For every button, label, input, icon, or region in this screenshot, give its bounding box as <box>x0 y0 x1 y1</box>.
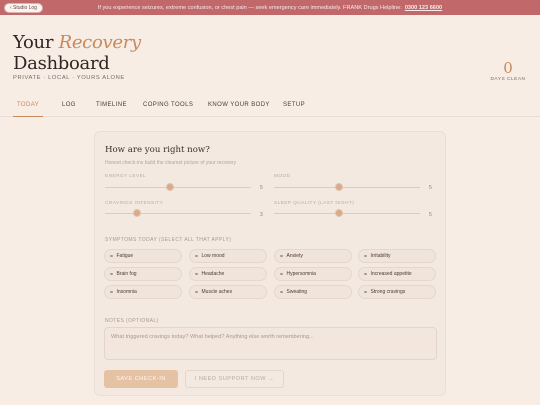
sleep-quality-track <box>274 213 420 214</box>
energy-label: ENERGY LEVEL <box>105 174 147 179</box>
cravings-value: 3 <box>260 212 263 218</box>
chip-label: Irritability <box>370 253 391 259</box>
checkin-subtitle: Honest check-ins build the clearest pict… <box>105 160 237 166</box>
symptom-chip-fatigue[interactable]: Fatigue <box>104 249 182 263</box>
cravings-label: CRAVINGS INTENSITY <box>105 201 164 206</box>
chip-label: Brain fog <box>116 271 137 277</box>
mood-label: MOOD <box>274 174 291 179</box>
emergency-banner: If you experience seizures, extreme conf… <box>0 0 540 15</box>
cravings-slider[interactable] <box>133 209 142 217</box>
chip-dot-icon <box>110 290 113 294</box>
tab-timeline[interactable]: TIMELINE <box>96 93 127 117</box>
symptom-chip-brain-fog[interactable]: Brain fog <box>104 267 182 281</box>
notes-label: NOTES (OPTIONAL) <box>105 318 159 324</box>
page-subtitle: PRIVATE · LOCAL · YOURS ALONE <box>13 75 125 81</box>
chip-dot-icon <box>280 254 283 258</box>
tab-setup[interactable]: SETUP <box>283 93 305 117</box>
symptom-chip-strong-cravings[interactable]: Strong cravings <box>358 285 436 299</box>
tab-today[interactable]: TODAY <box>13 93 43 117</box>
helpline-phone-link[interactable]: 0300 123 6600 <box>405 5 442 11</box>
title-word-dashboard: Dashboard <box>13 53 110 74</box>
mood-slider[interactable] <box>334 183 343 191</box>
chip-label: Muscle aches <box>201 289 233 295</box>
studio-log-button[interactable]: ‹ Studio Log <box>4 3 43 13</box>
chip-dot-icon <box>195 254 198 258</box>
days-clean-counter: 0 DAYS CLEAN <box>490 60 526 82</box>
symptoms-label: SYMPTOMS TODAY (SELECT ALL THAT APPLY) <box>105 237 232 243</box>
main-nav: TODAY LOG TIMELINE COPING TOOLS KNOW YOU… <box>0 93 540 117</box>
sleep-quality-value: 5 <box>429 212 432 218</box>
page-title: Your Recovery Dashboard <box>13 32 141 74</box>
symptom-chip-sweating[interactable]: Sweating <box>274 285 352 299</box>
symptom-chip-increased-appetite[interactable]: Increased appetite <box>358 267 436 281</box>
cravings-track <box>105 213 251 214</box>
symptom-chip-irritability[interactable]: Irritability <box>358 249 436 263</box>
chip-label: Insomnia <box>116 289 137 295</box>
chip-label: Increased appetite <box>370 271 412 277</box>
mood-track <box>274 187 420 188</box>
checkin-card: How are you right now? Honest check-ins … <box>94 131 446 396</box>
symptom-chip-low-mood[interactable]: Low mood <box>189 249 267 263</box>
notes-textarea[interactable]: What triggered cravings today? What help… <box>104 327 437 360</box>
chip-dot-icon <box>110 254 113 258</box>
chip-label: Low mood <box>201 253 225 259</box>
symptom-chip-muscle-aches[interactable]: Muscle aches <box>189 285 267 299</box>
save-checkin-button[interactable]: SAVE CHECK-IN <box>104 370 178 388</box>
chip-label: Strong cravings <box>370 289 406 295</box>
banner-text: If you experience seizures, extreme conf… <box>97 4 402 11</box>
chip-dot-icon <box>110 272 113 276</box>
chip-dot-icon <box>280 272 283 276</box>
title-word-your: Your <box>13 32 54 53</box>
sleep-quality-label: SLEEP QUALITY (LAST NIGHT) <box>274 201 355 206</box>
chip-dot-icon <box>364 290 367 294</box>
need-support-button[interactable]: I NEED SUPPORT NOW → <box>185 370 284 388</box>
chip-label: Anxiety <box>286 253 303 259</box>
days-clean-label: DAYS CLEAN <box>490 77 526 82</box>
chip-dot-icon <box>364 272 367 276</box>
tab-log[interactable]: LOG <box>62 93 76 117</box>
symptom-chip-headache[interactable]: Headache <box>189 267 267 281</box>
symptom-chip-hypersomnia[interactable]: Hypersomnia <box>274 267 352 281</box>
energy-track <box>105 187 251 188</box>
energy-slider[interactable] <box>165 183 174 191</box>
chip-dot-icon <box>280 290 283 294</box>
sleep-quality-slider[interactable] <box>334 209 343 217</box>
chip-label: Sweating <box>286 289 308 295</box>
symptom-chip-insomnia[interactable]: Insomnia <box>104 285 182 299</box>
energy-value: 5 <box>260 185 263 191</box>
chip-dot-icon <box>364 254 367 258</box>
checkin-title: How are you right now? <box>105 145 210 155</box>
chip-label: Headache <box>201 271 225 277</box>
tab-know-your-body[interactable]: KNOW YOUR BODY <box>208 93 270 117</box>
mood-value: 5 <box>429 185 432 191</box>
chip-label: Hypersomnia <box>286 271 316 277</box>
days-clean-value: 0 <box>503 59 513 77</box>
title-accent: Recovery <box>58 32 142 53</box>
chip-dot-icon <box>195 272 198 276</box>
symptom-chip-anxiety[interactable]: Anxiety <box>274 249 352 263</box>
tab-coping-tools[interactable]: COPING TOOLS <box>143 93 193 117</box>
chip-label: Fatigue <box>116 253 134 259</box>
chip-dot-icon <box>195 290 198 294</box>
